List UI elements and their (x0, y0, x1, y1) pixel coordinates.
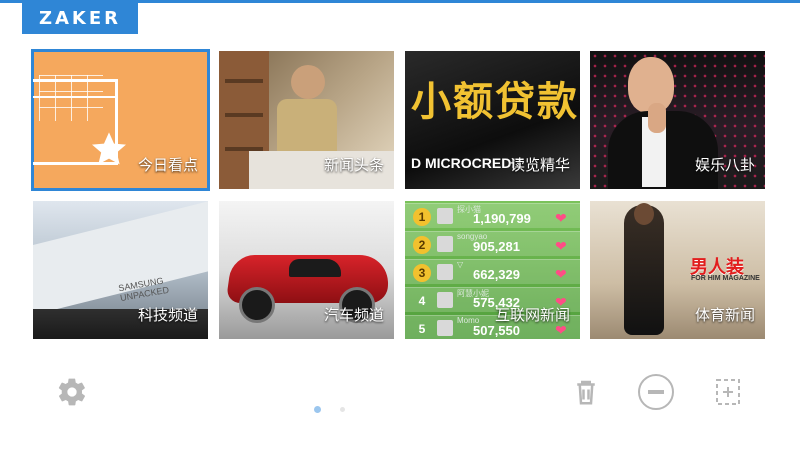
app-logo-tab[interactable]: ZAKER (22, 3, 138, 34)
minus-button[interactable] (636, 372, 676, 412)
tile-headlines[interactable]: 新闻头条 (219, 51, 394, 189)
person-head-image-part (291, 65, 325, 99)
tile-label: 互联网新闻 (494, 307, 570, 324)
tile-tech[interactable]: SAMSUNG UNPACKED 科技频道 (33, 201, 208, 339)
image-sign-subtext: D MICROCREDIT (411, 155, 524, 171)
page-indicator-dot[interactable] (340, 407, 345, 412)
tile-entertainment[interactable]: 娱乐八卦 (590, 51, 765, 189)
delete-button[interactable] (570, 376, 602, 408)
person-body-image-part (277, 99, 337, 159)
add-square-icon (716, 379, 740, 405)
rank-number: 5 (418, 322, 426, 336)
calendar-grid (39, 75, 103, 121)
gear-icon (58, 378, 86, 406)
avatar-icon (437, 208, 453, 224)
page-indicator-dot-active[interactable] (314, 406, 321, 413)
tile-internet-news[interactable]: 1 探小猫 1,190,799 ❤ 2 songyao 905,281 ❤ 3 … (405, 201, 580, 339)
heart-icon: ❤ (555, 210, 567, 226)
tile-label: 今日看点 (137, 157, 198, 174)
athlete-image-part (624, 203, 664, 335)
avatar-icon (437, 292, 453, 308)
heart-icon: ❤ (555, 266, 567, 282)
minus-circle-icon (638, 374, 674, 410)
tile-auto[interactable]: 汽车频道 (219, 201, 394, 339)
app-logo: ZAKER (38, 8, 122, 29)
rank-badge-icon: 1 (413, 208, 431, 226)
tile-reading-highlights[interactable]: 小额贷款 D MICROCREDIT 读览精华 (405, 51, 580, 189)
add-button[interactable] (710, 376, 746, 408)
star-icon (92, 132, 126, 165)
tile-label: 读览精华 (509, 157, 570, 174)
tile-today-highlights[interactable]: 今日看点 (31, 49, 210, 191)
trash-icon (577, 380, 595, 405)
tile-label: 娱乐八卦 (694, 157, 755, 174)
tile-label: 体育新闻 (694, 307, 755, 324)
tile-sports[interactable]: 男人装 FOR HIM MAGAZINE 体育新闻 (590, 201, 765, 339)
rank-badge-icon: 3 (413, 264, 431, 282)
leaderboard-row: 3 ▽ 662,329 ❤ (405, 259, 580, 284)
leaderboard-score: 1,190,799 (473, 211, 531, 226)
leaderboard-row: 2 songyao 905,281 ❤ (405, 231, 580, 256)
tile-label: 汽车频道 (323, 307, 384, 324)
tile-label: 新闻头条 (323, 157, 384, 174)
car-window-image-part (289, 259, 341, 277)
image-sign-text: 小额贷款 (411, 79, 579, 125)
heart-icon: ❤ (555, 238, 567, 254)
rank-number: 4 (418, 294, 426, 308)
leaderboard-row: 1 探小猫 1,190,799 ❤ (405, 203, 580, 228)
leaderboard-score: 905,281 (473, 239, 520, 254)
avatar-icon (437, 320, 453, 336)
rank-badge-icon: 2 (413, 236, 431, 254)
magazine-subtitle-text: FOR HIM MAGAZINE (691, 275, 760, 282)
settings-button[interactable] (56, 376, 88, 408)
avatar-icon (437, 264, 453, 280)
leaderboard-name: ▽ (457, 260, 464, 269)
leaderboard-score: 507,550 (473, 323, 520, 338)
avatar-icon (437, 236, 453, 252)
car-wheel-image-part (239, 287, 275, 323)
hand-image-part (648, 103, 666, 133)
leaderboard-score: 662,329 (473, 267, 520, 282)
tile-label: 科技频道 (137, 307, 198, 324)
